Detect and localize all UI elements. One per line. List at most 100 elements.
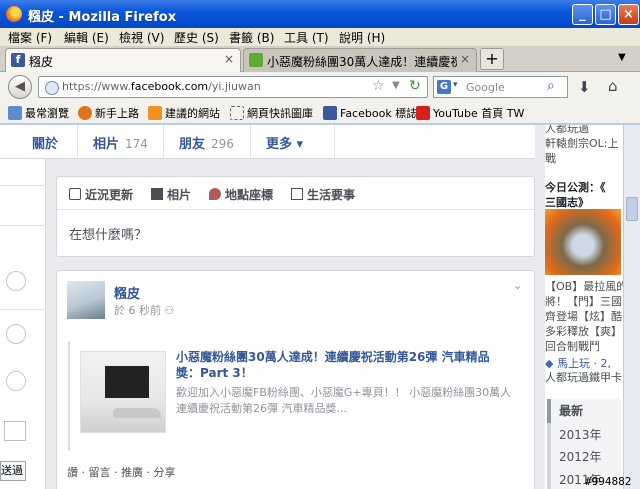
search-engine-dropdown-icon[interactable]: ▾ bbox=[453, 80, 458, 90]
maximize-button[interactable]: □ bbox=[595, 4, 616, 25]
page-icon bbox=[249, 53, 263, 67]
bookmark-suggested-sites[interactable]: 建議的網站 bbox=[148, 105, 220, 121]
ad-text: 齊登場【炫】酷 bbox=[545, 310, 622, 323]
tab-label: 近況更新 bbox=[85, 188, 134, 202]
bookmark-most-visited[interactable]: 最常瀏覽 bbox=[8, 105, 69, 121]
ad-image[interactable] bbox=[545, 209, 621, 275]
vertical-scrollbar[interactable] bbox=[623, 125, 640, 489]
menu-bar: 檔案 (F) 編輯 (E) 檢視 (V) 歷史 (S) 書籤 (B) 工具 (T… bbox=[0, 28, 640, 46]
menu-bookmarks[interactable]: 書籤 (B) bbox=[229, 29, 274, 46]
url-domain: facebook.com bbox=[130, 80, 209, 93]
audience-icon[interactable]: ⚇ bbox=[165, 304, 175, 317]
search-icon[interactable]: ⌕ bbox=[547, 78, 555, 94]
tab-bar: f 糨皮 × 小惡魔粉絲團30萬人達成！連續慶祝… × + ▼ bbox=[0, 46, 640, 72]
chevron-down-icon[interactable]: ⌄ bbox=[513, 279, 522, 292]
post-actions[interactable]: 讚 · 留言 · 推廣 · 分享 bbox=[67, 464, 175, 480]
photo-icon bbox=[151, 188, 163, 200]
scrollbar-thumb[interactable] bbox=[626, 197, 638, 221]
post-timestamp[interactable]: 於 6 秒前 ⚇ bbox=[114, 302, 174, 318]
radio-option[interactable] bbox=[6, 371, 26, 391]
bookmark-star-icon[interactable]: ☆ bbox=[372, 78, 385, 94]
divider bbox=[250, 125, 251, 159]
tab-more[interactable]: 更多 ▾ bbox=[266, 133, 303, 152]
bookmark-label: 新手上路 bbox=[95, 107, 139, 120]
radio-option[interactable] bbox=[6, 271, 26, 291]
photos-count: 174 bbox=[125, 137, 148, 151]
radio-option[interactable] bbox=[6, 324, 26, 344]
search-bar[interactable]: G ▾ Google ⌕ bbox=[433, 76, 568, 98]
most-visited-icon bbox=[8, 106, 22, 120]
status-input[interactable]: 在想什麼嗎？ bbox=[69, 224, 147, 243]
play-link-text: 馬上玩 · 2, bbox=[556, 357, 611, 370]
tab-article[interactable]: 小惡魔粉絲團30萬人達成！連續慶祝… × bbox=[243, 48, 477, 72]
facebook-icon bbox=[323, 106, 337, 120]
menu-file[interactable]: 檔案 (F) bbox=[8, 29, 52, 46]
url-bar[interactable]: https://www.facebook.com/yi.jiuwan ☆ ▼ ↻ bbox=[38, 76, 428, 98]
search-engine-icon[interactable]: G bbox=[437, 80, 451, 94]
close-button[interactable]: × bbox=[618, 4, 639, 25]
bookmark-label: 最常瀏覽 bbox=[25, 107, 69, 120]
bookmark-label: 網頁快訊圖庫 bbox=[247, 107, 313, 120]
composer-tab-photo[interactable]: 相片 bbox=[151, 186, 191, 203]
menu-tools[interactable]: 工具 (T) bbox=[284, 29, 329, 46]
site-identity-icon[interactable] bbox=[45, 81, 59, 95]
play-link[interactable]: ◆ 馬上玩 · 2, bbox=[545, 356, 611, 371]
avatar[interactable] bbox=[67, 281, 105, 319]
url-history-icon[interactable]: ▼ bbox=[392, 80, 400, 91]
bookmark-facebook[interactable]: Facebook 標誌 bbox=[323, 105, 417, 121]
tab-close-icon[interactable]: × bbox=[460, 52, 470, 66]
tab-about[interactable]: 關於 bbox=[32, 133, 58, 152]
bookmark-web-slice-gallery[interactable]: 網頁快訊圖庫 bbox=[230, 105, 313, 121]
url-text[interactable]: https://www.facebook.com/yi.jiuwan bbox=[62, 80, 261, 93]
ad-text: 將！【門】三國 bbox=[545, 295, 622, 308]
reload-icon[interactable]: ↻ bbox=[409, 78, 421, 94]
text-field[interactable] bbox=[4, 421, 26, 441]
firefox-icon bbox=[78, 106, 92, 120]
menu-edit[interactable]: 編輯 (E) bbox=[64, 29, 109, 46]
tab-close-icon[interactable]: × bbox=[224, 52, 234, 66]
tab-photos[interactable]: 相片 174 bbox=[93, 133, 148, 152]
composer-tab-life-event[interactable]: 生活要事 bbox=[291, 186, 355, 203]
status-composer: 近況更新 相片 地點座標 生活要事 在想什麼嗎？ bbox=[56, 176, 535, 257]
ad-text: 回合制戰鬥 bbox=[545, 340, 600, 353]
timeline-year-latest[interactable]: 最新 bbox=[547, 399, 621, 423]
composer-tab-place[interactable]: 地點座標 bbox=[209, 186, 273, 203]
send-button[interactable]: 送過 bbox=[0, 461, 26, 481]
location-pin-icon bbox=[209, 188, 221, 200]
web-slice-icon bbox=[230, 106, 244, 120]
bookmark-youtube[interactable]: YouTube 首頁 TW bbox=[416, 105, 524, 121]
timeline-year-2012[interactable]: 2012年 bbox=[547, 445, 621, 469]
facebook-icon: f bbox=[11, 53, 25, 67]
friends-count: 296 bbox=[211, 137, 234, 151]
search-input[interactable]: Google bbox=[466, 81, 505, 94]
post-author[interactable]: 糨皮 bbox=[114, 283, 140, 302]
tab-list-icon[interactable]: ▼ bbox=[618, 52, 626, 63]
bookmark-getting-started[interactable]: 新手上路 bbox=[78, 105, 139, 121]
home-icon[interactable]: ⌂ bbox=[608, 77, 618, 95]
link-title[interactable]: 小惡魔粉絲團30萬人達成！連續慶祝活動第26彈 汽車精品獎：Part 3！ bbox=[176, 349, 506, 381]
link-thumbnail[interactable] bbox=[80, 351, 166, 433]
youtube-icon bbox=[416, 106, 430, 120]
link-preview[interactable]: 小惡魔粉絲團30萬人達成！連續慶祝活動第26彈 汽車精品獎：Part 3！ 歡迎… bbox=[68, 341, 526, 451]
bookmark-label: Facebook 標誌 bbox=[340, 107, 418, 120]
menu-history[interactable]: 歷史 (S) bbox=[174, 29, 219, 46]
tab-friends[interactable]: 朋友 296 bbox=[179, 133, 234, 152]
divider bbox=[163, 125, 164, 159]
ad-heading-line: 三國志》 bbox=[545, 196, 589, 209]
new-tab-button[interactable]: + bbox=[480, 48, 504, 70]
ad-heading[interactable]: 今日公測：《 三國志》 bbox=[545, 180, 606, 210]
bookmark-label: 建議的網站 bbox=[165, 107, 220, 120]
tab-profile[interactable]: f 糨皮 × bbox=[5, 48, 241, 72]
ad-text: 戰 bbox=[545, 152, 556, 165]
minimize-button[interactable]: _ bbox=[572, 4, 593, 25]
timeline-year-2013[interactable]: 2013年 bbox=[547, 423, 621, 447]
tab-label: 相片 bbox=[93, 137, 120, 152]
menu-view[interactable]: 檢視 (V) bbox=[119, 29, 164, 46]
downloads-icon[interactable]: ⬇ bbox=[578, 78, 591, 96]
back-button[interactable]: ◀ bbox=[8, 75, 32, 99]
divider bbox=[0, 309, 46, 310]
composer-tab-status[interactable]: 近況更新 bbox=[69, 186, 133, 203]
window-titlebar: 糨皮 - Mozilla Firefox _ □ × bbox=[0, 0, 640, 28]
divider bbox=[0, 225, 46, 226]
menu-help[interactable]: 說明 (H) bbox=[339, 29, 385, 46]
